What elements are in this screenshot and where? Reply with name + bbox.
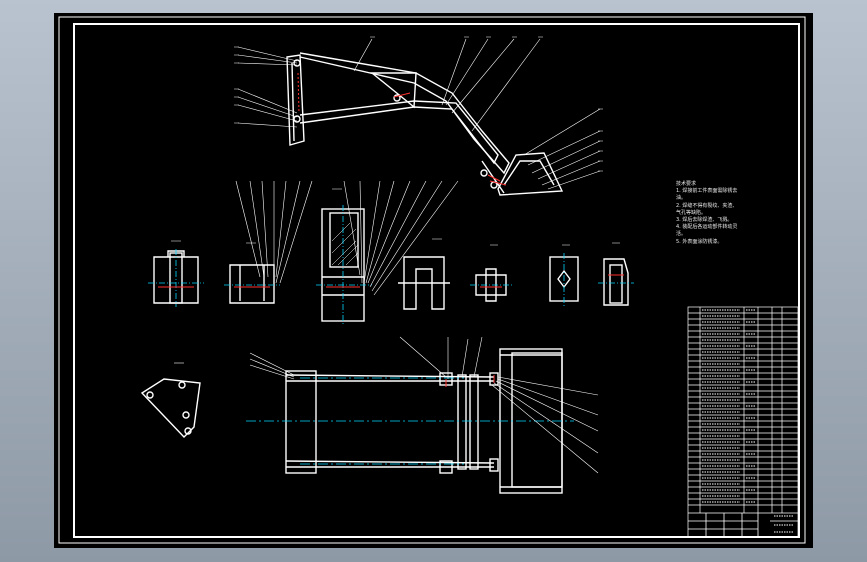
- note-line: 1. 焊接前工件表面需除锈去油。: [676, 188, 738, 202]
- triangle-plate-view: [140, 362, 201, 439]
- leader-lines-bottom: [249, 336, 599, 474]
- top-view-center-line: [246, 377, 574, 465]
- note-line: 4. 装配后各运动部件转动灵活。: [676, 224, 738, 238]
- note-line: 2. 焊缝不得有裂纹、夹渣、气孔等缺陷。: [676, 202, 738, 216]
- detail-center-lines: [148, 205, 634, 325]
- detail-hatching: [331, 222, 359, 266]
- technical-requirements: 技术要求 1. 焊接前工件表面需除锈去油。 2. 焊缝不得有裂纹、夹渣、气孔等缺…: [676, 181, 738, 246]
- loader-arm-side-view: [286, 52, 564, 196]
- detail-labels: [171, 180, 620, 296]
- leader-lines-top: [237, 38, 601, 190]
- inner-border: [73, 23, 800, 538]
- note-line: 5. 外表面涂防锈漆。: [676, 238, 723, 245]
- drawing-viewport[interactable]: 技术要求 1. 焊接前工件表面需除锈去油。 2. 焊缝不得有裂纹、夹渣、气孔等缺…: [54, 13, 813, 548]
- cad-drawing-sheet: [58, 16, 806, 544]
- hatched-sections: [297, 72, 507, 186]
- detail-views-row: [153, 208, 629, 322]
